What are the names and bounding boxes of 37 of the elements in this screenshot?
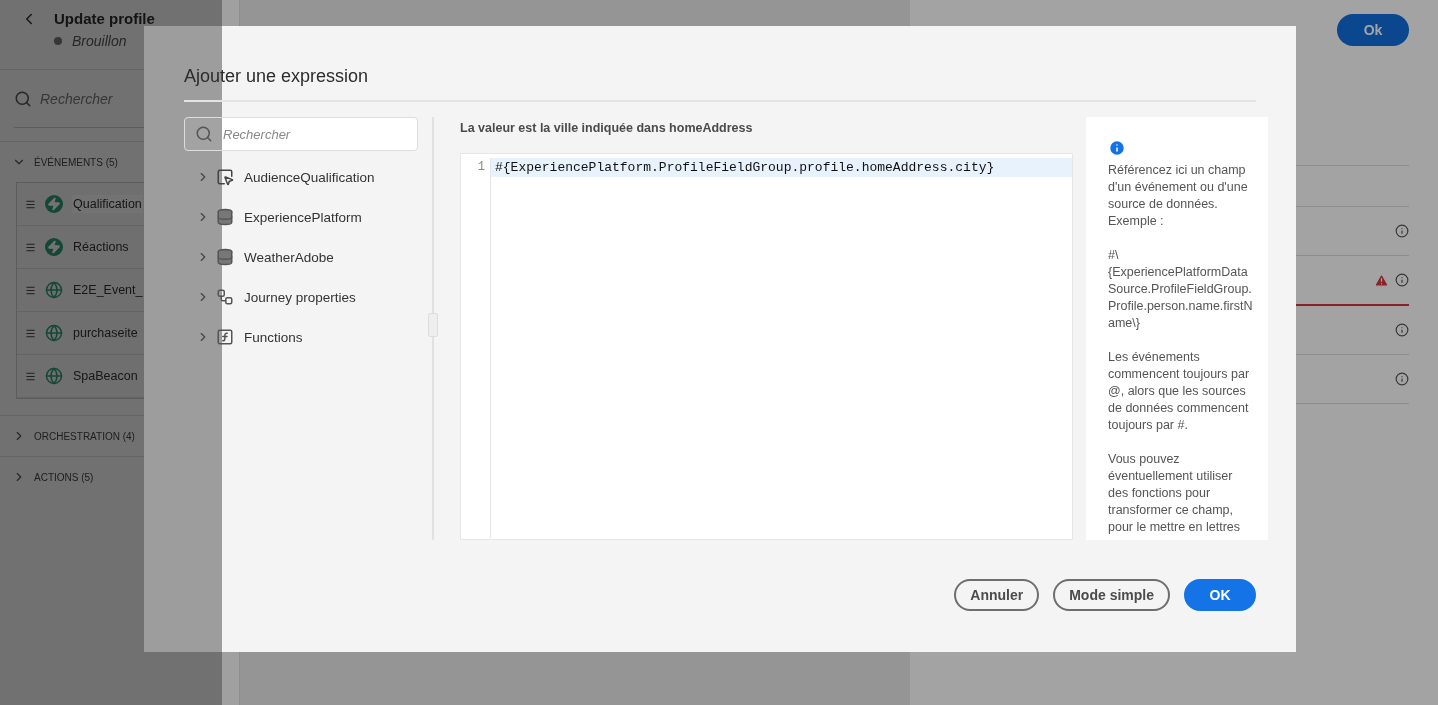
drag-handle-icon[interactable] [25,370,36,382]
warning-icon [1374,272,1389,288]
mode-button[interactable]: Mode simple [1053,579,1170,611]
info-icon[interactable] [1395,323,1409,337]
info-icon[interactable] [1395,224,1409,238]
help-text: Référencez ici un champ d'un événement ou d'une source de données. Exemple : [1108,162,1249,230]
search-field[interactable]: Rechercher [184,117,418,151]
drag-handle-icon[interactable] [25,241,36,253]
function-icon [216,328,234,346]
ok-button[interactable]: Ok [1337,14,1409,46]
line-number: 1 [476,159,486,176]
journey-title: Update profile [54,10,155,27]
search-input[interactable]: Rechercher [221,125,395,143]
database-icon [216,208,234,226]
ok-button[interactable]: OK [1184,579,1256,611]
drag-handle-icon[interactable] [25,284,36,296]
drag-handle-icon[interactable] [25,327,36,339]
help-text: #\{ExperiencePlatformDataSource.ProfileFieldGroup.Profile.person.name.firstName\} [1108,247,1254,332]
cancel-button[interactable]: Annuler [954,579,1040,611]
help-text: Vous pouvez éventuellement utiliser des fonctions pour transformer ce champ, pour le mettre en lettres [1108,451,1241,536]
info-icon [1108,139,1126,157]
globe-icon [45,367,63,385]
editor-label: La valeur est la ville indiquée dans homeAddress [460,121,754,135]
drag-handle-icon[interactable] [25,198,36,210]
database-icon [216,248,234,266]
globe-icon [45,324,63,342]
info-icon[interactable] [1395,372,1409,386]
info-icon[interactable] [1395,273,1409,287]
workflow-icon [216,288,234,306]
cursor-icon [216,168,234,186]
search-icon [195,125,213,143]
help-text: Les événements commencent toujours par @, alors que les sources de données commencent toujours par #. [1108,349,1251,434]
search-icon [14,89,32,108]
code-editor[interactable]: 1 #{ExperiencePlatform.ProfileFieldGroup.profile.homeAddress.city} [460,153,1073,540]
globe-icon [45,281,63,299]
bolt-icon [45,238,63,256]
bolt-icon [45,195,63,213]
